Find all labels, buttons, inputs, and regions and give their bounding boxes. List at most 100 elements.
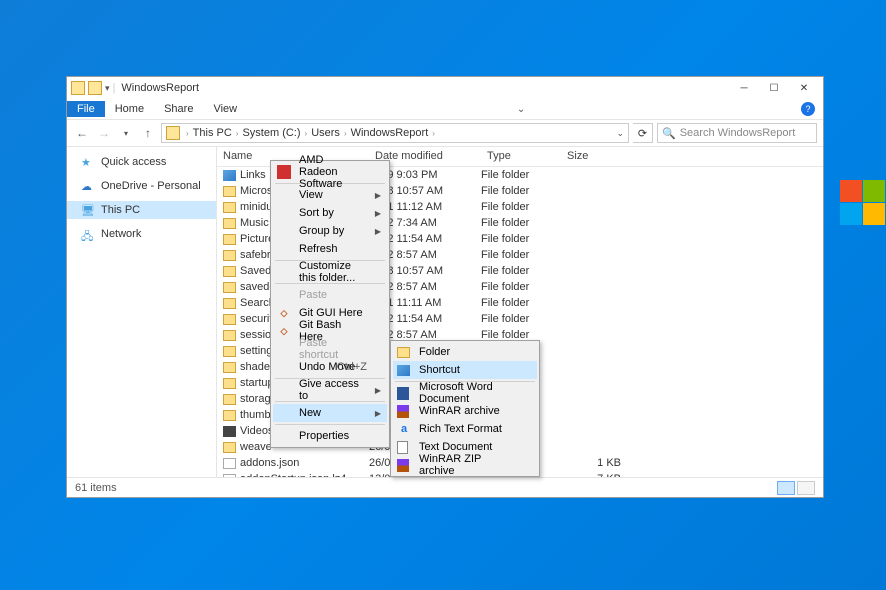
- view-details-button[interactable]: [777, 481, 795, 495]
- folder-icon: [223, 234, 236, 245]
- sidebar-this-pc[interactable]: 🖥This PC: [67, 201, 216, 219]
- menu-item-undo-move[interactable]: Undo MoveCtrl+Z: [273, 358, 387, 376]
- zip-icon: [397, 459, 409, 472]
- recent-dropdown[interactable]: ▾: [117, 124, 135, 142]
- ribbon: File Home Share View ⌄ ?: [67, 99, 823, 119]
- breadcrumb-item[interactable]: This PC: [193, 127, 232, 139]
- forward-button[interactable]: →: [95, 124, 113, 142]
- menu-item-refresh[interactable]: Refresh: [273, 240, 387, 258]
- menu-item-view[interactable]: View▶: [273, 186, 387, 204]
- refresh-button[interactable]: ⟳: [633, 123, 653, 143]
- link-icon: [223, 170, 236, 181]
- rtf-icon: a: [397, 422, 411, 436]
- folder-icon: [223, 314, 236, 325]
- folder-icon: [223, 378, 236, 389]
- col-size[interactable]: Size: [561, 147, 621, 166]
- search-input[interactable]: 🔍 Search WindowsReport: [657, 123, 817, 143]
- context-submenu-new: FolderShortcutMicrosoft Word DocumentWin…: [390, 340, 540, 477]
- folder-icon: [223, 282, 236, 293]
- help-icon[interactable]: ?: [801, 102, 815, 116]
- sidebar-network[interactable]: 🖧Network: [67, 225, 216, 243]
- minimize-button[interactable]: ─: [729, 78, 759, 98]
- menu-item-paste-shortcut: Paste shortcut: [273, 340, 387, 358]
- folder-icon: [223, 298, 236, 309]
- context-menu: AMD Radeon Software View▶Sort by▶Group by…: [270, 160, 390, 448]
- tab-view[interactable]: View: [203, 101, 247, 117]
- statusbar: 61 items: [67, 477, 823, 497]
- search-placeholder: Search WindowsReport: [680, 127, 796, 139]
- chevron-right-icon: ▶: [375, 227, 381, 236]
- breadcrumb-dropdown[interactable]: ⌄: [616, 128, 624, 139]
- breadcrumb-item[interactable]: System (C:): [242, 127, 300, 139]
- windows-accent: [840, 180, 886, 340]
- cloud-icon: ☁: [81, 180, 95, 192]
- menu-item-sort-by[interactable]: Sort by▶: [273, 204, 387, 222]
- navbar: ← → ▾ ↑ › This PC› System (C:)› Users› W…: [67, 119, 823, 147]
- folder-icon: [223, 394, 236, 405]
- folder-icon: [223, 218, 236, 229]
- star-icon: ★: [81, 156, 95, 168]
- menu-item-paste: Paste: [273, 286, 387, 304]
- video-icon: [223, 426, 236, 437]
- chevron-right-icon: ▶: [375, 191, 381, 200]
- folder-icon: [223, 202, 236, 213]
- pc-icon: 🖥: [81, 204, 95, 216]
- close-button[interactable]: ✕: [789, 78, 819, 98]
- menu-item-microsoft-word-document[interactable]: Microsoft Word Document: [393, 384, 537, 402]
- folder-icon: [223, 346, 236, 357]
- git-icon: ◇: [277, 324, 291, 338]
- sidebar-onedrive[interactable]: ☁OneDrive - Personal: [67, 177, 216, 195]
- rar-icon: [397, 405, 409, 418]
- qa-dropdown[interactable]: ▾: [105, 83, 110, 94]
- folder-icon: [166, 126, 180, 140]
- tab-share[interactable]: Share: [154, 101, 203, 117]
- back-button[interactable]: ←: [73, 124, 91, 142]
- ribbon-expand[interactable]: ⌄: [517, 104, 525, 115]
- tab-file[interactable]: File: [67, 101, 105, 117]
- menu-item-customize-this-folder-[interactable]: Customize this folder...: [273, 263, 387, 281]
- red-icon: [277, 165, 291, 179]
- window-title: WindowsReport: [121, 82, 199, 94]
- menu-item-winrar-archive[interactable]: WinRAR archive: [393, 402, 537, 420]
- menu-item-amd-radeon-software[interactable]: AMD Radeon Software: [273, 163, 387, 181]
- chevron-right-icon: ▶: [375, 209, 381, 218]
- file-icon: [223, 458, 236, 469]
- menu-item-rich-text-format[interactable]: aRich Text Format: [393, 420, 537, 438]
- folder-icon: [223, 442, 236, 453]
- folder-icon: [71, 81, 85, 95]
- folder-icon: [397, 347, 410, 358]
- sidebar: ★Quick access ☁OneDrive - Personal 🖥This…: [67, 147, 217, 477]
- menu-item-properties[interactable]: Properties: [273, 427, 387, 445]
- titlebar[interactable]: ▾ | WindowsReport ─ ☐ ✕: [67, 77, 823, 99]
- git-icon: ◇: [277, 306, 291, 320]
- sidebar-quick-access[interactable]: ★Quick access: [67, 153, 216, 171]
- chevron-right-icon: ▶: [375, 386, 381, 395]
- menu-item-winrar-zip-archive[interactable]: WinRAR ZIP archive: [393, 456, 537, 474]
- menu-item-give-access-to[interactable]: Give access to▶: [273, 381, 387, 399]
- folder-icon: [223, 266, 236, 277]
- folder-icon: [223, 410, 236, 421]
- folder-icon: [223, 250, 236, 261]
- folder-icon: [88, 81, 102, 95]
- breadcrumb-item[interactable]: Users: [311, 127, 340, 139]
- breadcrumb[interactable]: › This PC› System (C:)› Users› WindowsRe…: [161, 123, 629, 143]
- txt-icon: [397, 441, 408, 454]
- shortcut-icon: [397, 365, 410, 376]
- menu-item-new[interactable]: New▶: [273, 404, 387, 422]
- menu-item-folder[interactable]: Folder: [393, 343, 537, 361]
- up-button[interactable]: ↑: [139, 124, 157, 142]
- search-icon: 🔍: [662, 127, 676, 140]
- breadcrumb-item[interactable]: WindowsReport: [351, 127, 429, 139]
- menu-item-group-by[interactable]: Group by▶: [273, 222, 387, 240]
- col-type[interactable]: Type: [481, 147, 561, 166]
- file-icon: [223, 474, 236, 478]
- word-icon: [397, 387, 409, 400]
- maximize-button[interactable]: ☐: [759, 78, 789, 98]
- chevron-right-icon: ▶: [375, 409, 381, 418]
- view-icons-button[interactable]: [797, 481, 815, 495]
- folder-icon: [223, 362, 236, 373]
- network-icon: 🖧: [81, 228, 95, 240]
- folder-icon: [223, 186, 236, 197]
- tab-home[interactable]: Home: [105, 101, 154, 117]
- menu-item-shortcut[interactable]: Shortcut: [393, 361, 537, 379]
